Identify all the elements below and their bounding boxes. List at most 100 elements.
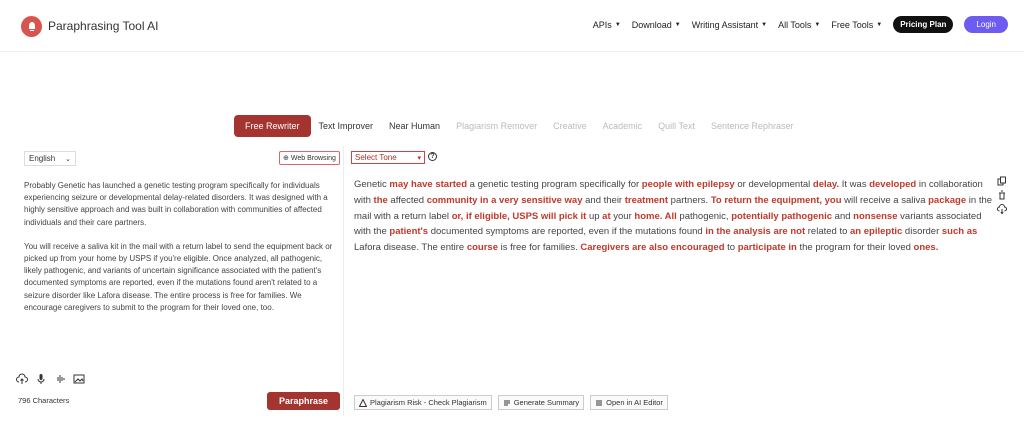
changed-phrase[interactable]: people with epilepsy xyxy=(642,179,735,190)
tab-text-improver[interactable]: Text Improver xyxy=(311,117,382,135)
top-header: Paraphrasing Tool AI APIs ▼ Download ▼ Wri… xyxy=(0,0,1024,52)
caret-down-icon: ▼ xyxy=(614,21,621,28)
summary-icon xyxy=(503,400,510,405)
download-cloud-icon[interactable] xyxy=(997,204,1007,214)
audio-wave-icon[interactable] xyxy=(54,373,66,385)
mode-tabs: Free Rewriter Text Improver Near Human P… xyxy=(234,115,802,137)
language-select[interactable]: English ⌄ xyxy=(24,151,76,166)
changed-phrase[interactable]: such as xyxy=(942,226,977,237)
output-phrase: disorder xyxy=(902,226,942,238)
plagiarism-check-label: Plagiarism Risk - Check Plagiarism xyxy=(370,398,487,407)
changed-phrase[interactable]: may have started xyxy=(389,179,467,190)
main-nav: APIs ▼ Download ▼ Writing Assistant ▼ All T… xyxy=(593,16,1008,33)
output-phrase: related to xyxy=(805,226,851,238)
copy-icon[interactable] xyxy=(997,176,1007,186)
output-phrase: It was xyxy=(839,179,870,190)
changed-phrase[interactable]: the xyxy=(374,195,388,206)
output-phrase: is free for families. xyxy=(498,242,581,254)
output-phrase: up xyxy=(586,210,603,222)
output-phrase: and xyxy=(832,210,854,222)
changed-phrase[interactable]: or, if eligible, USPS will pick it xyxy=(452,211,587,222)
output-phrase: and their xyxy=(582,194,625,206)
caret-down-icon: ▼ xyxy=(761,21,768,28)
microphone-icon[interactable] xyxy=(35,373,47,385)
changed-phrase[interactable]: patient's xyxy=(389,226,428,237)
tab-creative[interactable]: Creative xyxy=(545,117,595,135)
logo-icon[interactable] xyxy=(21,16,42,37)
output-phrase: pathogenic, xyxy=(676,210,732,222)
trash-icon[interactable] xyxy=(997,190,1007,200)
changed-phrase[interactable]: delay. xyxy=(813,179,839,190)
brand-name[interactable]: Paraphrasing Tool AI xyxy=(48,19,159,33)
image-icon[interactable] xyxy=(73,373,85,385)
open-ai-editor-label: Open in AI Editor xyxy=(606,398,663,407)
login-button[interactable]: Login xyxy=(964,16,1008,33)
nav-label: All Tools xyxy=(778,19,812,30)
tab-academic[interactable]: Academic xyxy=(595,117,651,135)
output-phrase: Lafora disease. The entire xyxy=(354,242,467,254)
changed-phrase[interactable]: treatment xyxy=(625,195,668,206)
output-phrase: the program for their loved xyxy=(796,242,914,254)
nav-all-tools[interactable]: All Tools ▼ xyxy=(778,20,820,30)
character-count: 796 Characters xyxy=(18,396,70,405)
open-ai-editor-button[interactable]: Open in AI Editor xyxy=(590,395,668,410)
caret-down-icon: ▼ xyxy=(876,21,883,28)
changed-phrase[interactable]: To return the equipment, you xyxy=(711,195,842,206)
output-phrase: documented symptoms are reported, even i… xyxy=(428,226,706,238)
output-phrase: a genetic testing program specifically f… xyxy=(467,179,642,190)
chevron-down-icon: ▾ xyxy=(417,154,421,162)
nav-download[interactable]: Download ▼ xyxy=(632,20,681,30)
changed-phrase[interactable]: at xyxy=(602,211,610,222)
changed-phrase[interactable]: nonsense xyxy=(853,211,897,222)
plagiarism-check-button[interactable]: Plagiarism Risk - Check Plagiarism xyxy=(354,395,492,410)
nav-apis[interactable]: APIs ▼ xyxy=(593,20,621,30)
input-textarea[interactable]: Probably Genetic has launched a genetic … xyxy=(24,180,339,326)
editor-icon xyxy=(596,400,603,405)
changed-phrase[interactable]: ones. xyxy=(914,242,939,253)
caret-down-icon: ▼ xyxy=(674,21,681,28)
nav-label: Free Tools xyxy=(831,19,874,30)
nav-free-tools[interactable]: Free Tools ▼ xyxy=(831,20,882,30)
changed-phrase[interactable]: potentially pathogenic xyxy=(731,211,832,222)
paraphrase-button[interactable]: Paraphrase xyxy=(267,392,340,410)
chevron-down-icon: ⌄ xyxy=(65,155,71,163)
web-browsing-label: Web Browsing xyxy=(290,154,336,162)
changed-phrase[interactable]: community in a very sensitive way xyxy=(427,195,583,206)
web-browsing-button[interactable]: ⊕ Web Browsing xyxy=(279,151,340,165)
caret-down-icon: ▼ xyxy=(814,21,821,28)
changed-phrase[interactable]: in the analysis are not xyxy=(705,226,805,237)
changed-phrase[interactable]: participate in xyxy=(738,242,797,253)
changed-phrase[interactable]: package xyxy=(928,195,966,206)
warning-icon xyxy=(359,398,367,407)
tab-plagiarism-remover[interactable]: Plagiarism Remover xyxy=(448,117,545,135)
output-panel: Select Tone ▾ ? Genetic may have started… xyxy=(346,146,1024,416)
input-paragraph: Probably Genetic has launched a genetic … xyxy=(24,181,328,227)
editor-area: English ⌄ ⊕ Web Browsing Probably Geneti… xyxy=(16,146,1024,416)
nav-writing-assistant[interactable]: Writing Assistant ▼ xyxy=(692,20,767,30)
tone-select[interactable]: Select Tone ▾ xyxy=(351,151,425,164)
tab-sentence-rephraser[interactable]: Sentence Rephraser xyxy=(703,117,802,135)
upload-cloud-icon[interactable] xyxy=(16,373,28,385)
generate-summary-button[interactable]: Generate Summary xyxy=(497,395,585,410)
output-actions xyxy=(997,176,1007,214)
output-phrase: to xyxy=(724,242,738,254)
input-tools xyxy=(16,373,85,385)
help-icon[interactable]: ? xyxy=(428,152,437,161)
tab-near-human[interactable]: Near Human xyxy=(381,117,448,135)
changed-phrase[interactable]: Caregivers are also encouraged xyxy=(580,242,724,253)
output-tools: Plagiarism Risk - Check Plagiarism Gener… xyxy=(354,395,668,410)
changed-phrase[interactable]: an epileptic xyxy=(850,226,902,237)
changed-phrase[interactable]: developed xyxy=(869,179,916,190)
paraphrased-output[interactable]: Genetic may have started a genetic testi… xyxy=(354,177,994,256)
changed-phrase[interactable]: course xyxy=(467,242,498,253)
output-phrase: affected xyxy=(387,194,427,206)
changed-phrase[interactable]: home. All xyxy=(634,211,676,222)
tab-free-rewriter[interactable]: Free Rewriter xyxy=(234,115,311,137)
nav-label: APIs xyxy=(592,19,612,30)
input-panel: English ⌄ ⊕ Web Browsing Probably Geneti… xyxy=(16,146,344,416)
tab-quill-text[interactable]: Quill Text xyxy=(650,117,703,135)
output-phrase: or developmental xyxy=(734,179,813,190)
output-phrase: partners. xyxy=(668,194,711,206)
output-phrase: Genetic xyxy=(354,179,390,190)
pricing-plan-button[interactable]: Pricing Plan xyxy=(893,16,954,33)
